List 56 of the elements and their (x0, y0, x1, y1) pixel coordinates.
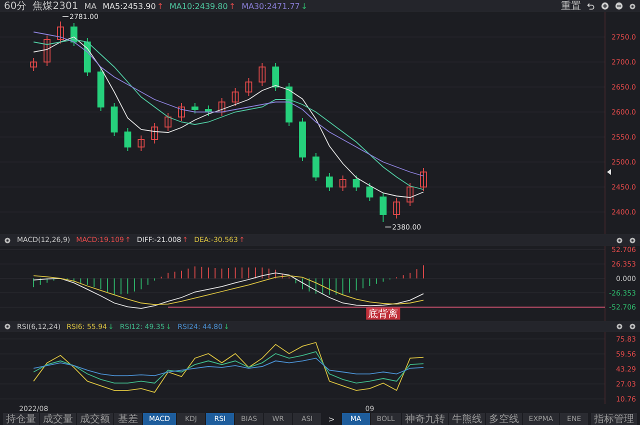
indicator-value: MA30:2471.77↓ (242, 2, 308, 10)
candlestick (326, 172, 333, 192)
settings-icon[interactable] (629, 2, 636, 10)
indicator-tab[interactable]: 成交量 (40, 413, 76, 425)
reset-button[interactable]: 重置 (561, 0, 581, 12)
indicator-value: MA5:2453.90↑ (102, 2, 164, 10)
candlestick (312, 152, 320, 182)
candlestick (286, 82, 292, 126)
indicator-name: MA (84, 2, 97, 10)
candlestick (97, 68, 104, 112)
candlestick (245, 78, 252, 96)
candlestick (57, 21, 64, 44)
candlestick (272, 62, 280, 92)
indicator-tab[interactable]: 基差 (114, 413, 142, 425)
symbol-label: 焦煤2301 (32, 0, 78, 12)
candlestick (164, 112, 172, 132)
price-marker-icon (607, 169, 611, 175)
candlestick (44, 35, 50, 66)
candlestick (380, 192, 387, 222)
indicator-tab[interactable]: 神奇九转 (402, 413, 448, 425)
candlestick (178, 102, 185, 122)
candlestick (84, 38, 91, 76)
candlestick (352, 175, 360, 192)
candlestick (110, 102, 118, 136)
zoom-in-icon[interactable] (601, 2, 609, 10)
settings-icon[interactable] (4, 236, 11, 244)
candlestick (299, 118, 306, 162)
undo-icon[interactable] (587, 2, 595, 10)
candlestick (406, 182, 414, 206)
candlestick (366, 182, 374, 202)
indicator-tab[interactable]: 多空线 (486, 413, 522, 425)
leader-line (384, 226, 392, 228)
candlestick (339, 175, 346, 192)
period-label: 60分 (4, 0, 27, 12)
divergence-tag: 底背离 (366, 308, 400, 320)
candlestick (124, 128, 132, 152)
candlestick (232, 88, 239, 106)
candlestick (70, 22, 78, 46)
candlestick (420, 168, 427, 192)
indicator-manage-button[interactable]: 指标管理 (591, 413, 637, 425)
candlestick (151, 122, 158, 144)
candlestick (30, 58, 38, 72)
indicator-tab[interactable]: 持仓量 (3, 413, 39, 425)
settings-icon[interactable] (4, 323, 11, 330)
candlestick (192, 102, 198, 114)
candlestick (204, 105, 212, 116)
zoom-out-icon[interactable] (615, 2, 623, 10)
candlestick (393, 198, 400, 219)
leader-line (62, 16, 69, 17)
indicator-tab[interactable]: 成交额 (77, 413, 113, 425)
candlestick (218, 98, 226, 116)
candlestick (258, 62, 266, 86)
indicator-value: MA10:2439.80↑ (170, 2, 236, 10)
candlestick (138, 135, 145, 152)
indicator-tab[interactable]: 牛熊线 (448, 413, 485, 425)
more-button[interactable]: > (322, 413, 341, 425)
